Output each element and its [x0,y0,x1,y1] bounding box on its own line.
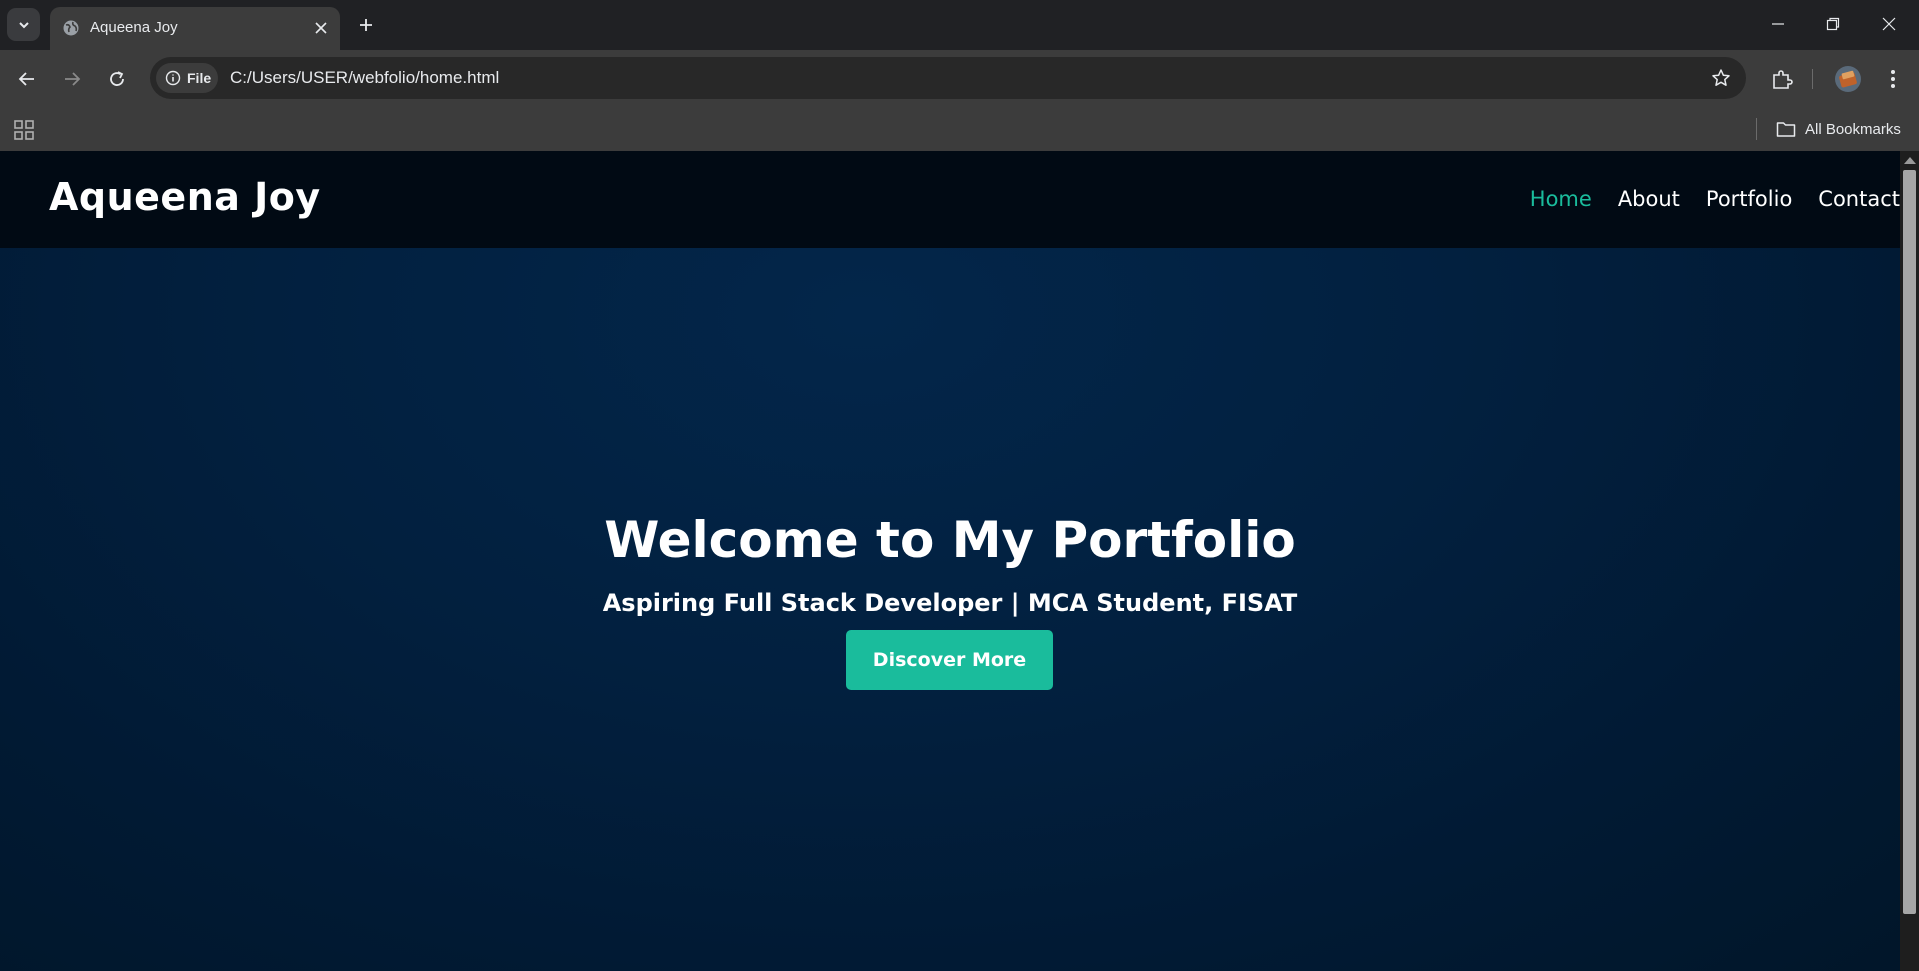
hero-section: Welcome to My Portfolio Aspiring Full St… [0,248,1900,971]
close-icon [1882,17,1896,31]
tab-title: Aqueena Joy [90,19,178,36]
browser-toolbar: File C:/Users/USER/webfolio/home.html [0,50,1919,108]
all-bookmarks-button[interactable]: All Bookmarks [1776,116,1901,142]
globe-icon [63,20,79,36]
forward-button[interactable] [56,63,88,95]
hero-subtitle: Aspiring Full Stack Developer | MCA Stud… [602,589,1298,617]
minimize-button[interactable] [1760,10,1796,38]
extensions-icon [1773,70,1793,89]
address-bar[interactable]: File C:/Users/USER/webfolio/home.html [150,57,1746,99]
bookmarks-bar: All Bookmarks [0,108,1919,151]
bookmark-star-button[interactable] [1708,65,1734,91]
site-chip-label: File [187,70,212,86]
tab-close-button[interactable] [310,17,332,39]
scroll-up-arrow-icon[interactable] [1904,157,1916,164]
restore-button[interactable] [1815,10,1851,38]
nav-link-portfolio[interactable]: Portfolio [1706,187,1792,211]
star-icon [1712,69,1730,86]
browser-tab[interactable]: Aqueena Joy [50,7,340,50]
toolbar-divider [1810,63,1830,95]
apps-icon[interactable] [12,118,36,142]
site-info-chip[interactable]: File [156,63,218,93]
scrollbar-thumb[interactable] [1903,170,1916,914]
close-window-button[interactable] [1871,10,1907,38]
forward-icon [65,72,81,86]
nav-link-about[interactable]: About [1618,187,1680,211]
page-viewport: Aqueena Joy Home About Portfolio Contact… [0,151,1919,971]
restore-icon [1826,17,1840,31]
more-icon [1891,70,1895,88]
nav-link-home[interactable]: Home [1530,187,1592,211]
profile-button[interactable] [1832,63,1864,95]
site-header: Aqueena Joy Home About Portfolio Contact [0,151,1900,248]
tab-strip: Aqueena Joy [0,0,1919,50]
site-brand[interactable]: Aqueena Joy [49,175,321,219]
main-nav: Home About Portfolio Contact [1530,187,1900,211]
new-tab-button[interactable] [353,12,379,38]
hero-title: Welcome to My Portfolio [604,511,1296,569]
reload-button[interactable] [101,63,133,95]
reload-icon [110,71,124,86]
plus-icon [360,19,372,31]
page-scrollbar[interactable] [1900,151,1919,971]
extensions-button[interactable] [1766,63,1798,95]
profile-avatar [1835,66,1861,92]
bookmarks-divider [1756,118,1757,140]
tab-search-button[interactable] [7,8,40,41]
minimize-icon [1772,23,1784,25]
back-icon [18,72,34,86]
all-bookmarks-label: All Bookmarks [1805,120,1901,138]
discover-more-button[interactable]: Discover More [846,630,1053,690]
folder-icon [1776,122,1796,137]
info-icon [165,70,181,86]
nav-link-contact[interactable]: Contact [1818,187,1900,211]
chevron-down-icon [18,21,29,28]
back-button[interactable] [11,63,43,95]
close-icon [315,22,327,34]
browser-menu-button[interactable] [1877,63,1909,95]
url-text[interactable]: C:/Users/USER/webfolio/home.html [230,68,499,88]
